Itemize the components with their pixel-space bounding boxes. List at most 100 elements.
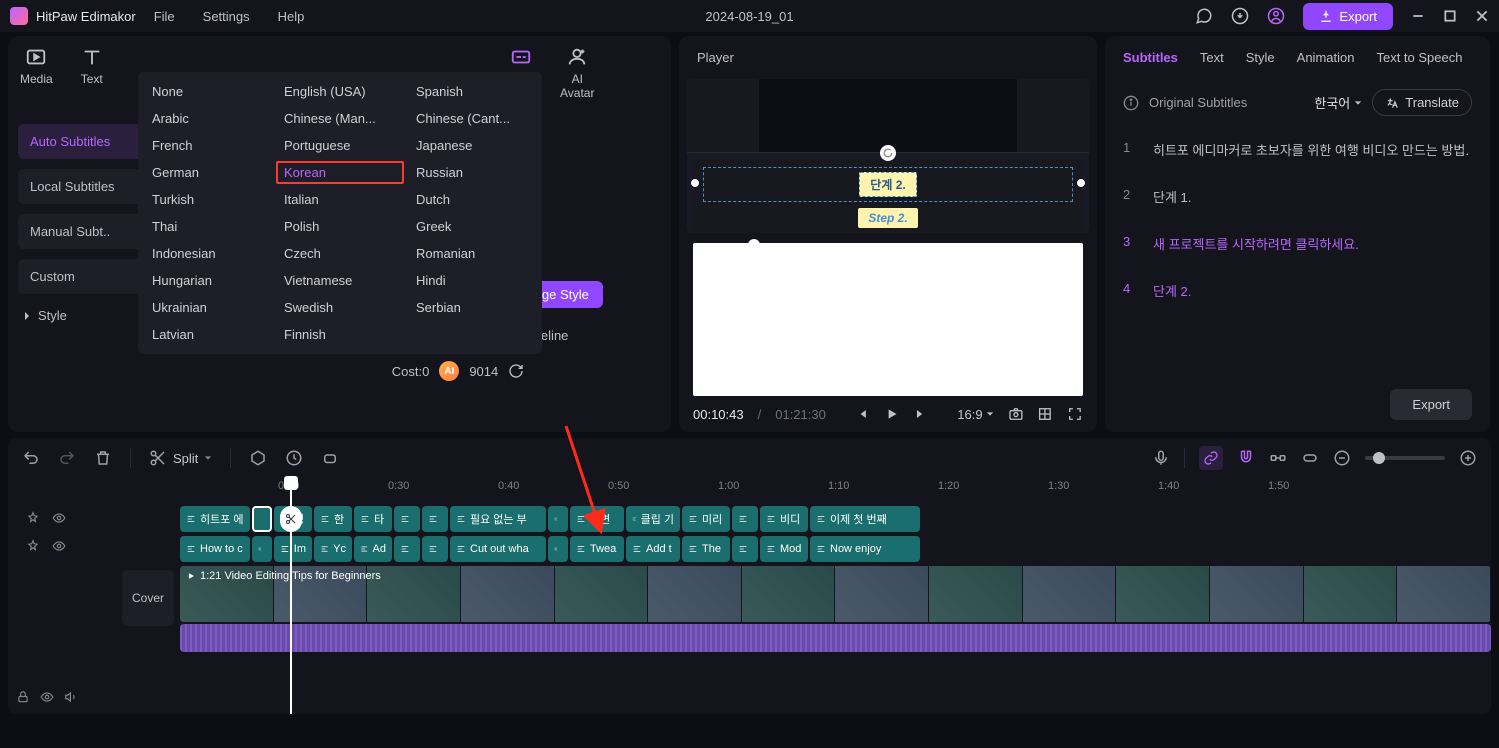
lang-option[interactable]: Japanese xyxy=(416,138,528,153)
lang-option[interactable]: Greek xyxy=(416,219,528,234)
undo-icon[interactable] xyxy=(22,449,40,467)
lang-option[interactable]: Hindi xyxy=(416,273,528,288)
lang-option[interactable]: Spanish xyxy=(416,84,528,99)
marker-icon[interactable] xyxy=(249,449,267,467)
subtitle-clip[interactable] xyxy=(394,506,420,532)
lang-option[interactable]: Latvian xyxy=(152,327,264,342)
subtitle-clip[interactable]: Ad xyxy=(354,536,392,562)
tab-text[interactable]: Text xyxy=(81,46,103,86)
rotate-handle-icon[interactable] xyxy=(883,148,893,158)
lang-option[interactable]: Italian xyxy=(284,192,396,207)
tab-ai-avatar[interactable]: AI Avatar xyxy=(560,46,594,100)
play-icon[interactable] xyxy=(884,406,900,422)
progress-knob[interactable] xyxy=(748,239,760,251)
subtitle-clip[interactable]: Im xyxy=(274,536,312,562)
lang-option[interactable]: Serbian xyxy=(416,300,528,315)
fit-icon[interactable] xyxy=(1301,449,1319,467)
lang-option[interactable]: Turkish xyxy=(152,192,264,207)
account-icon[interactable] xyxy=(1267,7,1285,25)
track-effects-icon[interactable] xyxy=(26,511,40,525)
subtitle-clip[interactable] xyxy=(732,536,758,562)
prev-frame-icon[interactable] xyxy=(854,406,870,422)
lang-option[interactable]: None xyxy=(152,84,264,99)
subtitle-clip[interactable]: 필요 없는 부 xyxy=(450,506,546,532)
lang-option[interactable]: Indonesian xyxy=(152,246,264,261)
zoom-out-icon[interactable] xyxy=(1333,449,1351,467)
menu-settings[interactable]: Settings xyxy=(203,9,250,24)
aspect-ratio[interactable]: 16:9 xyxy=(957,407,993,422)
subtitle-clip[interactable]: 이제 첫 번째 xyxy=(810,506,920,532)
subtitle-clip[interactable] xyxy=(252,536,272,562)
lang-option[interactable]: Finnish xyxy=(284,327,396,342)
lang-option[interactable]: English (USA) xyxy=(284,84,396,99)
subtitle-clip[interactable]: 타 xyxy=(354,506,392,532)
lang-option[interactable]: Polish xyxy=(284,219,396,234)
lang-option[interactable]: Russian xyxy=(416,165,528,180)
refresh-icon[interactable] xyxy=(508,363,524,379)
subtitle-clip[interactable]: Now enjoy xyxy=(810,536,920,562)
subtitle-clip[interactable]: Cut out wha xyxy=(450,536,546,562)
track-visible-icon[interactable] xyxy=(52,511,66,525)
subtitle-clip[interactable]: Mod xyxy=(760,536,808,562)
subtitle-row[interactable]: 2단계 1. xyxy=(1123,173,1472,220)
info-icon[interactable] xyxy=(1123,95,1139,111)
playhead-split-icon[interactable] xyxy=(280,506,302,532)
subtitle-clip[interactable] xyxy=(394,536,420,562)
subtitle-clip[interactable] xyxy=(422,506,448,532)
rp-tab-animation[interactable]: Animation xyxy=(1297,50,1355,65)
subtitle-row[interactable]: 4단계 2. xyxy=(1123,267,1472,314)
lang-option[interactable]: Czech xyxy=(284,246,396,261)
lang-option[interactable]: Thai xyxy=(152,219,264,234)
side-auto-subtitles[interactable]: Auto Subtitles xyxy=(18,124,158,159)
lang-option[interactable]: French xyxy=(152,138,264,153)
subtitle-clip[interactable]: Twea xyxy=(570,536,624,562)
lang-option[interactable]: Romanian xyxy=(416,246,528,261)
export-button[interactable]: Export xyxy=(1303,3,1393,30)
rp-tab-style[interactable]: Style xyxy=(1246,50,1275,65)
menu-file[interactable]: File xyxy=(154,9,175,24)
track-effects-icon[interactable] xyxy=(26,539,40,553)
lang-option[interactable]: Korean xyxy=(276,161,404,184)
subtitle-clip[interactable] xyxy=(548,536,568,562)
track-lock-icon[interactable] xyxy=(16,690,30,704)
window-minimize-icon[interactable] xyxy=(1411,9,1425,23)
video-track[interactable]: 1:21 Video Editing Tips for Beginners xyxy=(180,566,1491,622)
lang-option[interactable]: German xyxy=(152,165,264,180)
subtitle-clip[interactable]: 클립 기 xyxy=(626,506,680,532)
feedback-icon[interactable] xyxy=(1195,7,1213,25)
ripple-icon[interactable] xyxy=(1269,449,1287,467)
side-local-subtitles[interactable]: Local Subtitles xyxy=(18,169,158,204)
download-icon[interactable] xyxy=(1231,7,1249,25)
subtitle-clip[interactable] xyxy=(548,506,568,532)
delete-icon[interactable] xyxy=(94,449,112,467)
zoom-in-icon[interactable] xyxy=(1459,449,1477,467)
subtitle-clip[interactable]: 화면 xyxy=(570,506,624,532)
ai-tool-icon[interactable] xyxy=(321,449,339,467)
subtitle-clip[interactable]: 미리 xyxy=(682,506,730,532)
subtitle-clip[interactable] xyxy=(252,506,272,532)
subtitle-clip[interactable] xyxy=(732,506,758,532)
track-visible-icon[interactable] xyxy=(40,690,54,704)
rp-tab-text[interactable]: Text xyxy=(1200,50,1224,65)
lang-option[interactable]: Hungarian xyxy=(152,273,264,288)
subtitle-clip[interactable]: How to c xyxy=(180,536,250,562)
subtitle-clip[interactable]: Add t xyxy=(626,536,680,562)
snapshot-icon[interactable] xyxy=(1008,406,1024,422)
subtitle-clip[interactable]: The xyxy=(682,536,730,562)
rp-tab-subtitles[interactable]: Subtitles xyxy=(1123,50,1178,65)
menu-help[interactable]: Help xyxy=(278,9,305,24)
tab-media[interactable]: Media xyxy=(20,46,53,86)
right-export-button[interactable]: Export xyxy=(1390,389,1472,420)
side-manual-subtitles[interactable]: Manual Subt.. xyxy=(18,214,158,249)
lang-option[interactable]: Arabic xyxy=(152,111,264,126)
subtitle-korean[interactable]: 단계 2. xyxy=(859,172,916,197)
audio-track[interactable] xyxy=(180,624,1491,652)
cover-button[interactable]: Cover xyxy=(122,570,174,626)
track-visible-icon[interactable] xyxy=(52,539,66,553)
window-close-icon[interactable] xyxy=(1475,9,1489,23)
fullscreen-icon[interactable] xyxy=(1067,406,1083,422)
window-maximize-icon[interactable] xyxy=(1443,9,1457,23)
subtitle-clip[interactable] xyxy=(422,536,448,562)
side-style[interactable]: Style xyxy=(18,308,158,323)
crop-grid-icon[interactable] xyxy=(1037,406,1053,422)
